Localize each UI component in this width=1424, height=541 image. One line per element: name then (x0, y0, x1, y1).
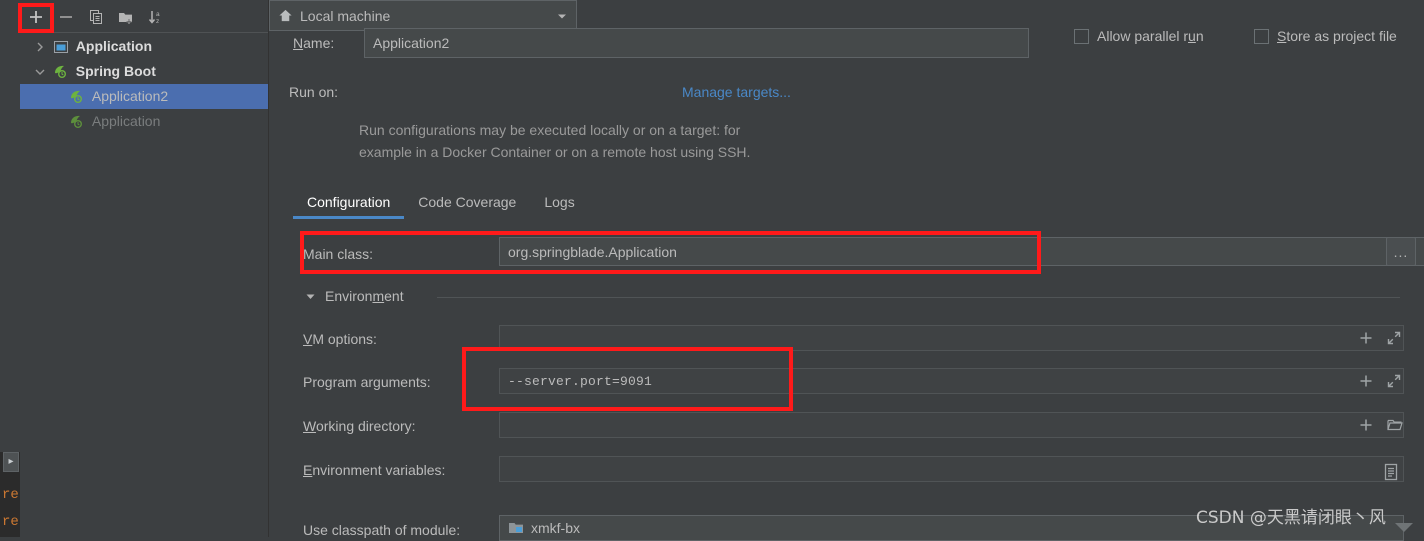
classpath-module-value: xmkf-bx (531, 520, 580, 536)
ellipsis-icon: ... (1393, 243, 1409, 260)
vm-options-input[interactable] (499, 325, 1404, 351)
program-arguments-input[interactable]: --server.port=9091 (499, 368, 1404, 394)
run-on-select[interactable]: Local machine (269, 0, 577, 31)
editor-code-line: re (2, 514, 19, 530)
allow-parallel-run-checkbox[interactable]: Allow parallel run (1074, 28, 1204, 44)
tab-code-coverage[interactable]: Code Coverage (404, 194, 530, 219)
chevron-right-icon[interactable] (32, 34, 48, 59)
application-icon (52, 34, 72, 59)
environment-variables-input[interactable] (499, 456, 1404, 482)
run-on-label: Run on: (289, 84, 339, 100)
editor-strip: ▸ re re (0, 0, 21, 537)
chevron-down-icon[interactable] (32, 59, 48, 84)
classpath-module-label: Use classpath of module: (303, 522, 461, 538)
browse-main-class-button[interactable]: ... (1386, 237, 1416, 266)
tree-group-label: Spring Boot (75, 63, 156, 79)
run-on-value: Local machine (300, 7, 391, 24)
spring-boot-icon (68, 84, 88, 109)
environment-variables-actions (1382, 462, 1400, 482)
allow-parallel-run-label: Allow parallel run (1097, 28, 1204, 44)
home-icon (278, 8, 293, 23)
tree-group-application[interactable]: Application (20, 34, 268, 59)
scroll-down-caret-icon[interactable] (1395, 523, 1413, 532)
manage-targets-link[interactable]: Manage targets... (682, 84, 791, 100)
triangle-down-icon[interactable] (305, 291, 316, 302)
store-as-project-file-checkbox[interactable]: Store as project file (1254, 28, 1397, 44)
store-as-project-file-label: Store as project file (1277, 28, 1397, 44)
name-label: Name: (293, 35, 335, 51)
environment-section-label: Environment (325, 288, 404, 304)
copy-icon[interactable] (84, 5, 108, 29)
edit-variables-icon[interactable] (1382, 462, 1400, 482)
folder-icon[interactable] (1387, 418, 1403, 432)
editor-code-line: re (2, 487, 19, 503)
add-icon[interactable] (24, 5, 48, 29)
tab-configuration[interactable]: Configuration (293, 194, 405, 219)
run-on-description: Run configurations may be executed local… (359, 119, 979, 163)
tree-item-application[interactable]: Application (20, 109, 268, 134)
spring-boot-icon (68, 109, 88, 134)
expand-icon[interactable] (1387, 374, 1401, 388)
module-icon (508, 521, 524, 535)
working-directory-label: Working directory: (303, 418, 416, 434)
description-line-2: example in a Docker Container or on a re… (359, 144, 751, 160)
main-class-input[interactable]: org.springblade.Application (499, 237, 1424, 266)
run-configurations-tree: Application Spring Boot Application2 App… (20, 34, 268, 134)
chevron-down-icon[interactable] (556, 10, 568, 22)
configuration-tabs: Configuration Code Coverage Logs (293, 194, 589, 219)
working-directory-input[interactable] (499, 412, 1404, 438)
run-configurations-panel: a z Application Spring Boot Application2… (20, 0, 269, 537)
vm-options-label: VM options: (303, 331, 377, 347)
checkbox-box[interactable] (1074, 28, 1089, 44)
watermark: CSDN @天黑请闭眼丶风 (1196, 508, 1386, 528)
new-folder-icon[interactable] (114, 5, 138, 29)
tree-item-application2[interactable]: Application2 (20, 84, 268, 109)
run-configurations-toolbar: a z (20, 0, 268, 33)
editor-strip-top (0, 0, 20, 452)
add-icon[interactable] (1359, 331, 1373, 345)
add-icon[interactable] (1359, 418, 1373, 432)
expand-arrow-icon[interactable]: ▸ (3, 452, 19, 472)
description-line-1: Run configurations may be executed local… (359, 122, 741, 138)
program-arguments-label: Program arguments: (303, 374, 431, 390)
tree-group-label: Application (75, 38, 153, 54)
spring-boot-icon (52, 59, 72, 84)
svg-text:a: a (156, 11, 160, 18)
tab-logs[interactable]: Logs (530, 194, 588, 219)
configuration-detail-pane: Name: Application2 Allow parallel run St… (269, 0, 1424, 541)
tree-group-spring-boot[interactable]: Spring Boot (20, 59, 268, 84)
checkbox-box[interactable] (1254, 28, 1269, 44)
environment-section-header[interactable]: Environment (305, 288, 404, 304)
section-divider (437, 297, 1400, 298)
name-input[interactable]: Application2 (364, 28, 1029, 58)
sort-alphabetical-icon[interactable]: a z (144, 5, 168, 29)
svg-text:z: z (156, 18, 159, 25)
remove-icon[interactable] (54, 5, 78, 29)
tree-item-label: Application2 (91, 88, 169, 104)
environment-variables-label: Environment variables: (303, 462, 446, 478)
main-class-label: Main class: (303, 246, 374, 262)
tree-item-label: Application (91, 113, 161, 129)
add-icon[interactable] (1359, 374, 1373, 388)
expand-icon[interactable] (1387, 331, 1401, 345)
